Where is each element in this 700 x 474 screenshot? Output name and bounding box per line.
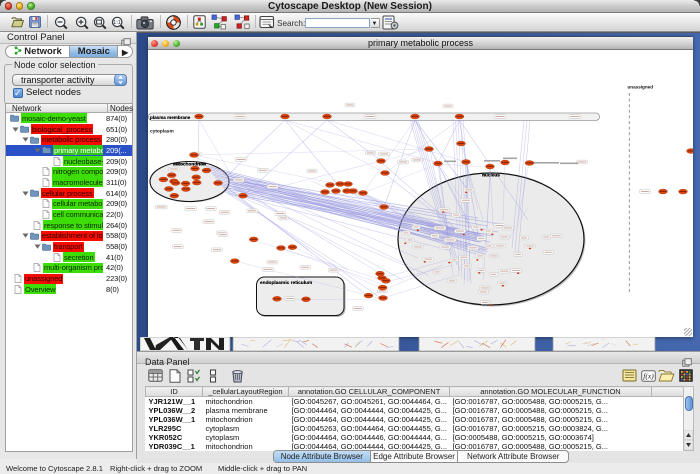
svg-text:unassigned: unassigned [628,84,654,89]
svg-text:cytoplasm: cytoplasm [150,128,174,134]
svg-text:1:1: 1:1 [113,20,121,26]
svg-text:endoplasmic reticulum: endoplasmic reticulum [260,279,312,285]
svg-text:f(x): f(x) [643,371,654,380]
svg-text:nucleus: nucleus [482,172,500,178]
svg-text:mitochondrion: mitochondrion [173,161,207,167]
svg-text:plasma membrane: plasma membrane [150,114,191,119]
